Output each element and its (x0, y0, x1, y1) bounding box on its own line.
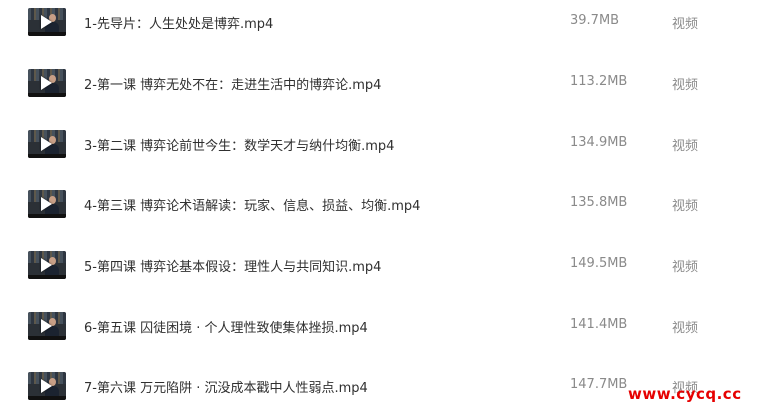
video-thumbnail[interactable] (28, 312, 66, 340)
video-thumbnail[interactable] (28, 8, 66, 36)
video-thumbnail[interactable] (28, 69, 66, 97)
thumbnail-control-bar (28, 154, 66, 158)
video-thumbnail[interactable] (28, 190, 66, 218)
file-name[interactable]: 1-先导片：人生处处是博弈.mp4 (84, 13, 273, 32)
file-size: 134.9MB (570, 135, 628, 150)
file-name[interactable]: 3-第二课 博弈论前世今生：数学天才与纳什均衡.mp4 (84, 135, 394, 154)
play-icon[interactable] (41, 258, 52, 272)
file-name[interactable]: 7-第六课 万元陷阱 · 沉没成本戳中人性弱点.mp4 (84, 377, 368, 396)
file-size: 135.8MB (570, 195, 628, 210)
thumbnail-control-bar (28, 396, 66, 400)
play-icon[interactable] (41, 379, 52, 393)
file-row[interactable]: 2-第一课 博弈无处不在：走进生活中的博弈论.mp4 113.2MB 视频 (0, 67, 773, 107)
video-thumbnail[interactable] (28, 372, 66, 400)
file-row[interactable]: 4-第三课 博弈论术语解读：玩家、信息、损益、均衡.mp4 135.8MB 视频 (0, 188, 773, 228)
file-row[interactable]: 5-第四课 博弈论基本假设：理性人与共同知识.mp4 149.5MB 视频 (0, 249, 773, 289)
file-type: 视频 (672, 139, 699, 154)
thumbnail-control-bar (28, 214, 66, 218)
thumbnail-control-bar (28, 93, 66, 97)
file-name[interactable]: 6-第五课 囚徒困境 · 个人理性致使集体挫损.mp4 (84, 317, 368, 336)
thumbnail-control-bar (28, 275, 66, 279)
file-size: 141.4MB (570, 317, 628, 332)
play-icon[interactable] (41, 197, 52, 211)
file-name[interactable]: 2-第一课 博弈无处不在：走进生活中的博弈论.mp4 (84, 74, 381, 93)
file-name[interactable]: 5-第四课 博弈论基本假设：理性人与共同知识.mp4 (84, 256, 381, 275)
file-row[interactable]: 6-第五课 囚徒困境 · 个人理性致使集体挫损.mp4 141.4MB 视频 (0, 310, 773, 350)
file-name[interactable]: 4-第三课 博弈论术语解读：玩家、信息、损益、均衡.mp4 (84, 195, 420, 214)
play-icon[interactable] (41, 137, 52, 151)
thumbnail-control-bar (28, 336, 66, 340)
watermark-text: www.cycq.cc (628, 385, 742, 403)
file-row[interactable]: 3-第二课 博弈论前世今生：数学天才与纳什均衡.mp4 134.9MB 视频 (0, 128, 773, 168)
file-type: 视频 (672, 321, 699, 336)
file-type: 视频 (672, 199, 699, 214)
file-row[interactable]: 1-先导片：人生处处是博弈.mp4 39.7MB 视频 (0, 6, 773, 46)
video-thumbnail[interactable] (28, 130, 66, 158)
file-size: 113.2MB (570, 74, 628, 89)
file-size: 39.7MB (570, 13, 620, 28)
file-list: 1-先导片：人生处处是博弈.mp4 39.7MB 视频 2-第一课 博弈无处不在… (0, 0, 773, 411)
play-icon[interactable] (41, 15, 52, 29)
file-type: 视频 (672, 17, 699, 32)
thumbnail-control-bar (28, 32, 66, 36)
file-size: 147.7MB (570, 377, 628, 392)
file-type: 视频 (672, 260, 699, 275)
file-size: 149.5MB (570, 256, 628, 271)
play-icon[interactable] (41, 76, 52, 90)
file-type: 视频 (672, 78, 699, 93)
play-icon[interactable] (41, 319, 52, 333)
video-thumbnail[interactable] (28, 251, 66, 279)
